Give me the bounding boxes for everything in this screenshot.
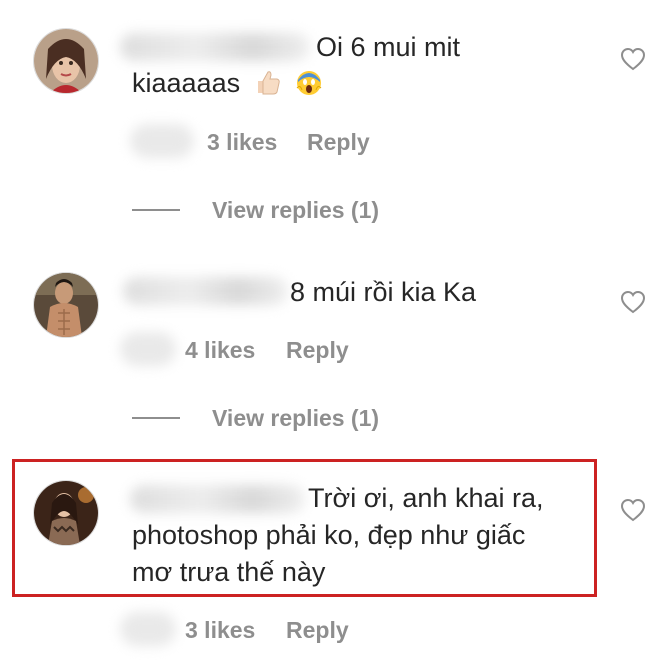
avatar[interactable]	[33, 272, 99, 338]
comment-text-line: Trời ơi, anh khai ra,	[308, 483, 544, 513]
avatar[interactable]	[33, 480, 99, 546]
avatar[interactable]	[33, 28, 99, 94]
replies-divider	[132, 209, 180, 211]
username-blurred[interactable]	[120, 33, 310, 61]
reply-button[interactable]: Reply	[286, 615, 349, 645]
comment-text-line: photoshop phải ko, đẹp như giấc	[132, 520, 526, 550]
like-avatar-blurred	[120, 332, 176, 366]
like-heart-icon[interactable]	[620, 47, 646, 71]
view-replies-button[interactable]: View replies (1)	[212, 195, 379, 225]
thumbs-up-icon	[254, 68, 282, 96]
replies-divider	[132, 417, 180, 419]
comment-text-line: Oi 6 mui mit	[316, 32, 461, 62]
likes-count[interactable]: 4 likes	[185, 335, 255, 365]
view-replies-button[interactable]: View replies (1)	[212, 403, 379, 433]
like-heart-icon[interactable]	[620, 290, 646, 314]
username-blurred[interactable]	[123, 277, 288, 305]
likes-count[interactable]: 3 likes	[185, 615, 255, 645]
screaming-face-icon	[295, 68, 323, 96]
like-heart-icon[interactable]	[620, 498, 646, 522]
username-blurred[interactable]	[130, 485, 305, 513]
comment-text-line: mơ trưa thế này	[132, 557, 326, 587]
comment-text-line: 8 múi rồi kia Ka	[290, 277, 477, 307]
reply-button[interactable]: Reply	[307, 127, 370, 157]
likes-count[interactable]: 3 likes	[207, 127, 277, 157]
like-avatar-blurred	[130, 124, 194, 158]
like-avatar-blurred	[120, 612, 176, 646]
comment-text-line: kiaaaaas	[132, 64, 323, 102]
reply-button[interactable]: Reply	[286, 335, 349, 365]
